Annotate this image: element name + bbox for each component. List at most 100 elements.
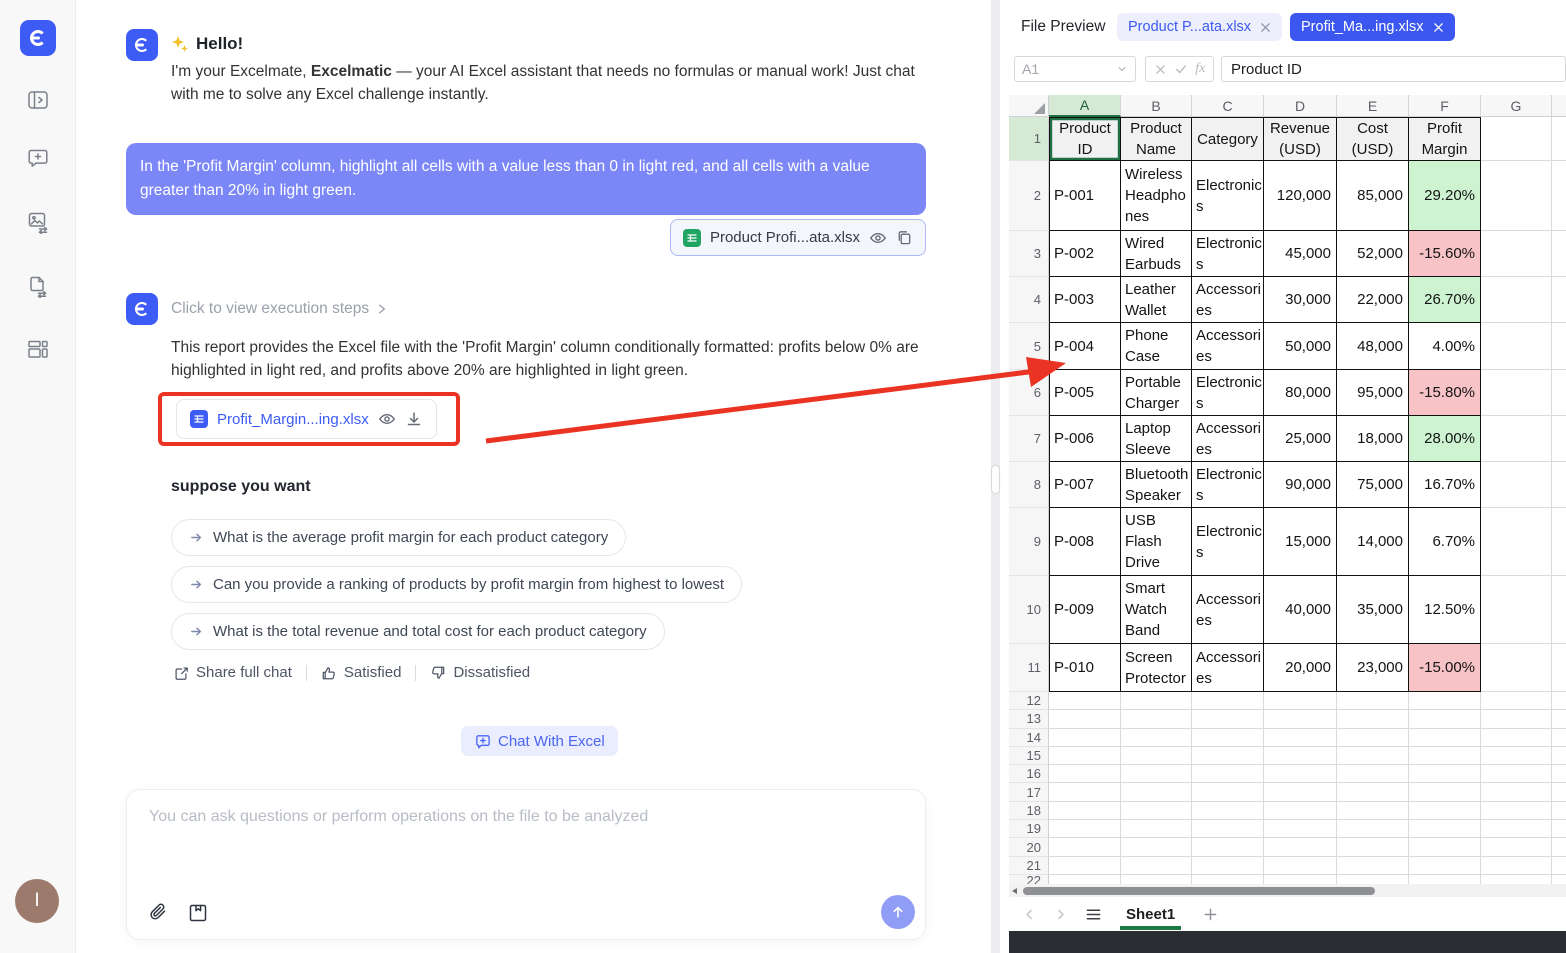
column-header-E[interactable]: E bbox=[1337, 95, 1409, 117]
cell[interactable] bbox=[1481, 820, 1552, 838]
cell[interactable] bbox=[1121, 692, 1192, 710]
cell[interactable] bbox=[1192, 875, 1264, 884]
next-sheet-icon[interactable] bbox=[1054, 908, 1067, 921]
cell[interactable] bbox=[1481, 875, 1552, 884]
cell[interactable] bbox=[1049, 729, 1121, 747]
cell[interactable] bbox=[1121, 783, 1192, 801]
cell[interactable]: 15,000 bbox=[1264, 508, 1337, 576]
cell[interactable] bbox=[1337, 875, 1409, 884]
cell[interactable] bbox=[1192, 857, 1264, 875]
cell[interactable] bbox=[1264, 875, 1337, 884]
cell[interactable] bbox=[1264, 802, 1337, 820]
row-number[interactable]: 4 bbox=[1009, 277, 1049, 323]
cell[interactable] bbox=[1481, 857, 1552, 875]
cell[interactable]: P-004 bbox=[1049, 323, 1121, 370]
header-cell[interactable]: Profit Margin bbox=[1409, 117, 1481, 161]
cell[interactable]: 95,000 bbox=[1337, 370, 1409, 416]
cell[interactable]: Bluetooth Speaker bbox=[1121, 462, 1192, 508]
cell[interactable] bbox=[1337, 783, 1409, 801]
cell[interactable] bbox=[1049, 710, 1121, 728]
cell[interactable] bbox=[1409, 692, 1481, 710]
cell[interactable] bbox=[1337, 765, 1409, 783]
cell[interactable] bbox=[1264, 857, 1337, 875]
cell[interactable]: Screen Protector bbox=[1121, 644, 1192, 692]
suggestion-pill[interactable]: Can you provide a ranking of products by… bbox=[171, 566, 742, 603]
cell[interactable]: 52,000 bbox=[1337, 231, 1409, 277]
cell[interactable] bbox=[1481, 838, 1552, 856]
excelmatic-logo[interactable] bbox=[20, 20, 56, 56]
cell[interactable] bbox=[1409, 765, 1481, 783]
cell[interactable]: 28.00% bbox=[1409, 416, 1481, 462]
cell[interactable] bbox=[1337, 710, 1409, 728]
cell[interactable] bbox=[1481, 747, 1552, 765]
cell[interactable]: -15.80% bbox=[1409, 370, 1481, 416]
cell[interactable]: Portable Charger bbox=[1121, 370, 1192, 416]
cell[interactable]: P-010 bbox=[1049, 644, 1121, 692]
cell[interactable] bbox=[1337, 857, 1409, 875]
row-number[interactable]: 14 bbox=[1009, 729, 1049, 747]
cell[interactable]: 23,000 bbox=[1337, 644, 1409, 692]
cell[interactable]: P-001 bbox=[1049, 161, 1121, 231]
cell[interactable]: 75,000 bbox=[1337, 462, 1409, 508]
cell[interactable]: 12.50% bbox=[1409, 576, 1481, 644]
chat-with-excel-button[interactable]: Chat With Excel bbox=[461, 726, 618, 756]
cell[interactable] bbox=[1409, 729, 1481, 747]
cell[interactable]: P-002 bbox=[1049, 231, 1121, 277]
cell[interactable] bbox=[1337, 802, 1409, 820]
cell[interactable] bbox=[1049, 820, 1121, 838]
cell[interactable] bbox=[1121, 838, 1192, 856]
cell[interactable] bbox=[1049, 765, 1121, 783]
sheet-horizontal-scrollbar[interactable] bbox=[1009, 884, 1566, 897]
cell[interactable]: Electronics bbox=[1192, 161, 1264, 231]
cell[interactable] bbox=[1481, 783, 1552, 801]
sheet-tab-sheet1[interactable]: Sheet1 bbox=[1120, 897, 1181, 931]
cell[interactable] bbox=[1192, 820, 1264, 838]
cell[interactable] bbox=[1192, 710, 1264, 728]
cell[interactable]: -15.60% bbox=[1409, 231, 1481, 277]
cell[interactable]: 6.70% bbox=[1409, 508, 1481, 576]
cell[interactable] bbox=[1264, 783, 1337, 801]
preview-tab-profit-margin[interactable]: Profit_Ma...ing.xlsx bbox=[1290, 13, 1455, 41]
cell[interactable] bbox=[1481, 692, 1552, 710]
cell[interactable] bbox=[1481, 508, 1552, 576]
cell[interactable] bbox=[1337, 747, 1409, 765]
panel-toggle-icon[interactable] bbox=[26, 88, 50, 112]
cell[interactable] bbox=[1192, 838, 1264, 856]
row-number[interactable]: 1 bbox=[1009, 117, 1049, 161]
cell[interactable] bbox=[1481, 231, 1552, 277]
cell[interactable]: Phone Case bbox=[1121, 323, 1192, 370]
cell[interactable]: 30,000 bbox=[1264, 277, 1337, 323]
cell[interactable]: Accessories bbox=[1192, 644, 1264, 692]
header-cell[interactable]: Category bbox=[1192, 117, 1264, 161]
cell[interactable]: 45,000 bbox=[1264, 231, 1337, 277]
cell[interactable]: Electronics bbox=[1192, 462, 1264, 508]
cell[interactable] bbox=[1121, 765, 1192, 783]
cell[interactable]: 50,000 bbox=[1264, 323, 1337, 370]
cell[interactable]: Laptop Sleeve bbox=[1121, 416, 1192, 462]
header-cell[interactable]: Product Name bbox=[1121, 117, 1192, 161]
cell[interactable] bbox=[1121, 729, 1192, 747]
cell[interactable] bbox=[1337, 692, 1409, 710]
cell[interactable] bbox=[1337, 729, 1409, 747]
cell[interactable] bbox=[1121, 710, 1192, 728]
image-convert-icon[interactable] bbox=[26, 210, 50, 234]
cell[interactable]: 20,000 bbox=[1264, 644, 1337, 692]
cell[interactable] bbox=[1192, 765, 1264, 783]
share-full-chat-button[interactable]: Share full chat bbox=[173, 664, 292, 681]
row-number[interactable]: 2 bbox=[1009, 161, 1049, 231]
cell[interactable]: Smart Watch Band bbox=[1121, 576, 1192, 644]
cell[interactable]: Accessories bbox=[1192, 323, 1264, 370]
cell[interactable] bbox=[1264, 765, 1337, 783]
cell[interactable] bbox=[1121, 820, 1192, 838]
row-number[interactable]: 6 bbox=[1009, 370, 1049, 416]
cancel-entry-icon[interactable] bbox=[1154, 63, 1167, 76]
cell[interactable] bbox=[1192, 783, 1264, 801]
cell[interactable] bbox=[1409, 802, 1481, 820]
cell[interactable]: 18,000 bbox=[1337, 416, 1409, 462]
row-number[interactable]: 17 bbox=[1009, 783, 1049, 801]
cell[interactable]: 16.70% bbox=[1409, 462, 1481, 508]
cell[interactable] bbox=[1264, 820, 1337, 838]
cell[interactable] bbox=[1481, 323, 1552, 370]
cell[interactable]: P-008 bbox=[1049, 508, 1121, 576]
cell[interactable]: 120,000 bbox=[1264, 161, 1337, 231]
